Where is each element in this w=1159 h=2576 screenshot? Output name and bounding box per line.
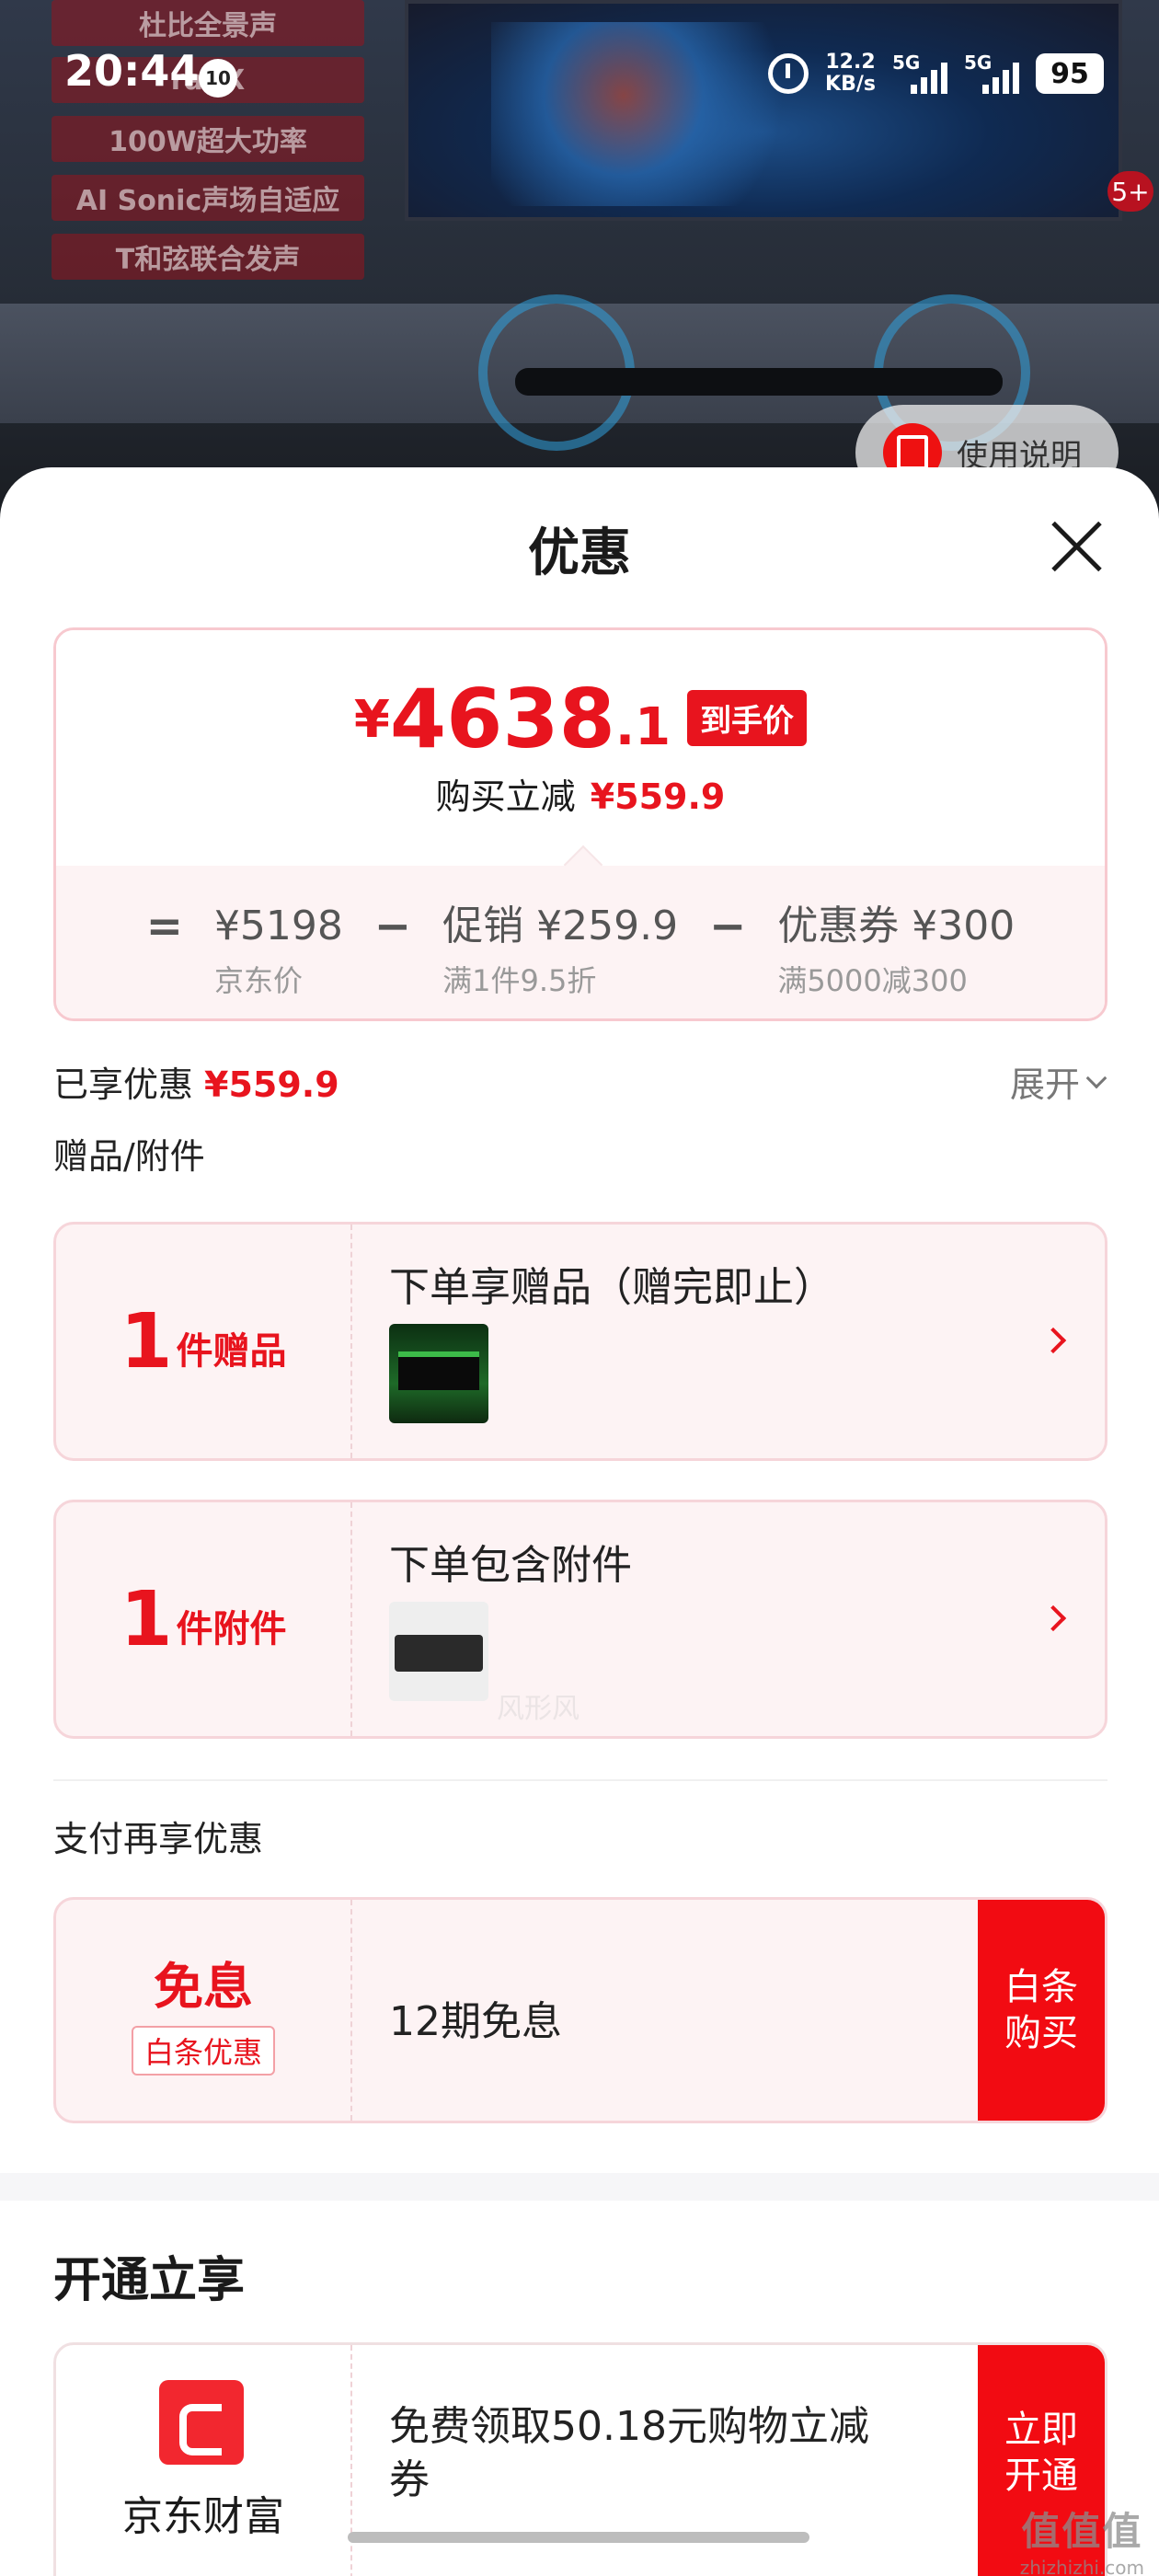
watermark-main: 值值值	[1021, 2509, 1143, 2554]
price-integer: 4638	[389, 672, 615, 766]
accessory-thumbnail	[389, 1602, 488, 1701]
reduce-label: 购买立减	[435, 776, 576, 817]
baitiao-card: 免息 白条优惠 12期免息 白条购买	[53, 1897, 1107, 2123]
close-icon[interactable]	[1049, 519, 1104, 574]
net-speed-value: 12.2	[825, 51, 876, 74]
reduce-row: 购买立减 ¥559.9	[56, 768, 1105, 819]
price-breakdown: = ¥5198 京东价 − 促销 ¥259.9 满1件9.5折 − 优惠券 ¥3…	[56, 866, 1105, 1018]
enjoyed-label: 已享优惠	[53, 1064, 194, 1105]
gift-card[interactable]: 1 件赠品 下单享赠品（赠完即止）	[53, 1222, 1107, 1461]
gift-thumbnail	[389, 1324, 488, 1423]
pay-section-label: 支付再享优惠	[53, 1819, 264, 1859]
minus-sign: −	[373, 901, 412, 952]
notification-count-icon: 10	[199, 59, 237, 98]
coupon-value: 优惠券 ¥300	[777, 903, 1016, 949]
promo-desc: 满1件9.5折	[442, 963, 597, 998]
final-price: ¥ 4638 .1 到手价	[56, 678, 1105, 761]
battery-icon: 95	[1036, 53, 1104, 94]
gift-count: 1	[120, 1297, 173, 1386]
jd-wealth-desc: 免费领取50.18元购物立减券	[389, 2403, 869, 2503]
accessory-unit: 件附件	[176, 1608, 287, 1650]
watermark-mid: 风形风	[497, 1693, 580, 1725]
jd-price: ¥5198	[213, 903, 343, 949]
interest-free-label: 免息	[154, 1957, 253, 2016]
status-time: 20:44	[64, 46, 200, 96]
tv-screen	[405, 0, 1122, 221]
expand-label: 展开	[1009, 1064, 1080, 1105]
signal-icon: 5G	[964, 52, 1019, 96]
minus-sign: −	[709, 901, 747, 952]
discount-sheet: 优惠 ¥ 4638 .1 到手价 购买立减 ¥559.9 = ¥5198 京东价 …	[0, 467, 1159, 2576]
divider	[53, 1779, 1107, 1781]
watermark-sub: zhizhizhi.com	[1019, 2557, 1144, 2576]
watermark: 值值值 zhizhizhi.com	[1020, 2501, 1144, 2576]
expand-button[interactable]: 展开	[1009, 1056, 1107, 1107]
enjoyed-discount: 已享优惠 ¥559.9	[53, 1056, 339, 1107]
jd-price-label: 京东价	[213, 963, 303, 998]
feature-tag: 100W超大功率	[52, 116, 364, 162]
gift-unit: 件赠品	[176, 1330, 287, 1373]
feature-tag: AI Sonic声场自适应	[52, 175, 364, 221]
final-price-tag: 到手价	[687, 690, 808, 746]
price-decimal: .1	[614, 697, 671, 757]
enjoyed-value: ¥559.9	[204, 1064, 339, 1105]
jd-wealth-logo-icon	[159, 2380, 244, 2465]
coupon-item: 优惠券 ¥300 满5000减300	[777, 901, 1015, 1000]
accessory-count: 1	[120, 1575, 173, 1663]
price-currency: ¥	[353, 690, 390, 750]
promo-item: 促销 ¥259.9 满1件9.5折	[442, 901, 678, 1000]
status-bar: 20:44 10 12.2 KB/s 5G 5G 95	[0, 46, 1159, 110]
chevron-right-icon	[1039, 1327, 1067, 1354]
chevron-down-icon	[1085, 1067, 1107, 1088]
accessory-title: 下单包含附件	[389, 1542, 632, 1589]
home-indicator[interactable]	[348, 2532, 809, 2543]
baitiao-buy-button[interactable]: 白条购买	[978, 1900, 1105, 2121]
gift-title: 下单享赠品（赠完即止）	[389, 1264, 834, 1311]
reduce-value: ¥559.9	[590, 776, 726, 817]
net-speed-unit: KB/s	[825, 73, 876, 96]
section-separator	[0, 2173, 1159, 2201]
feature-tag: T和弦联合发声	[52, 234, 364, 280]
promo-value: 促销 ¥259.9	[442, 903, 679, 949]
soundbar	[515, 368, 1003, 396]
jd-price-item: ¥5198 京东价	[214, 901, 343, 1000]
alarm-icon	[768, 53, 809, 94]
image-count-badge: 5+	[1107, 171, 1153, 212]
open-section-title: 开通立享	[53, 2253, 246, 2308]
gifts-section-label: 赠品/附件	[53, 1136, 205, 1177]
accessory-card[interactable]: 1 件附件 下单包含附件	[53, 1500, 1107, 1739]
sheet-title: 优惠	[528, 523, 631, 583]
price-card: ¥ 4638 .1 到手价 购买立减 ¥559.9 = ¥5198 京东价 − 促…	[53, 627, 1107, 1021]
signal-icon: 5G	[892, 52, 947, 96]
coupon-desc: 满5000减300	[777, 963, 968, 998]
chevron-right-icon	[1039, 1604, 1067, 1632]
baitiao-badge: 白条优惠	[131, 2025, 275, 2076]
feature-tag: 杜比全景声	[52, 0, 364, 46]
jd-wealth-brand: 京东财富	[122, 2493, 284, 2540]
net-speed: 12.2 KB/s	[825, 52, 876, 96]
equals-sign: =	[145, 901, 183, 952]
installment-desc: 12期免息	[389, 1998, 562, 2045]
